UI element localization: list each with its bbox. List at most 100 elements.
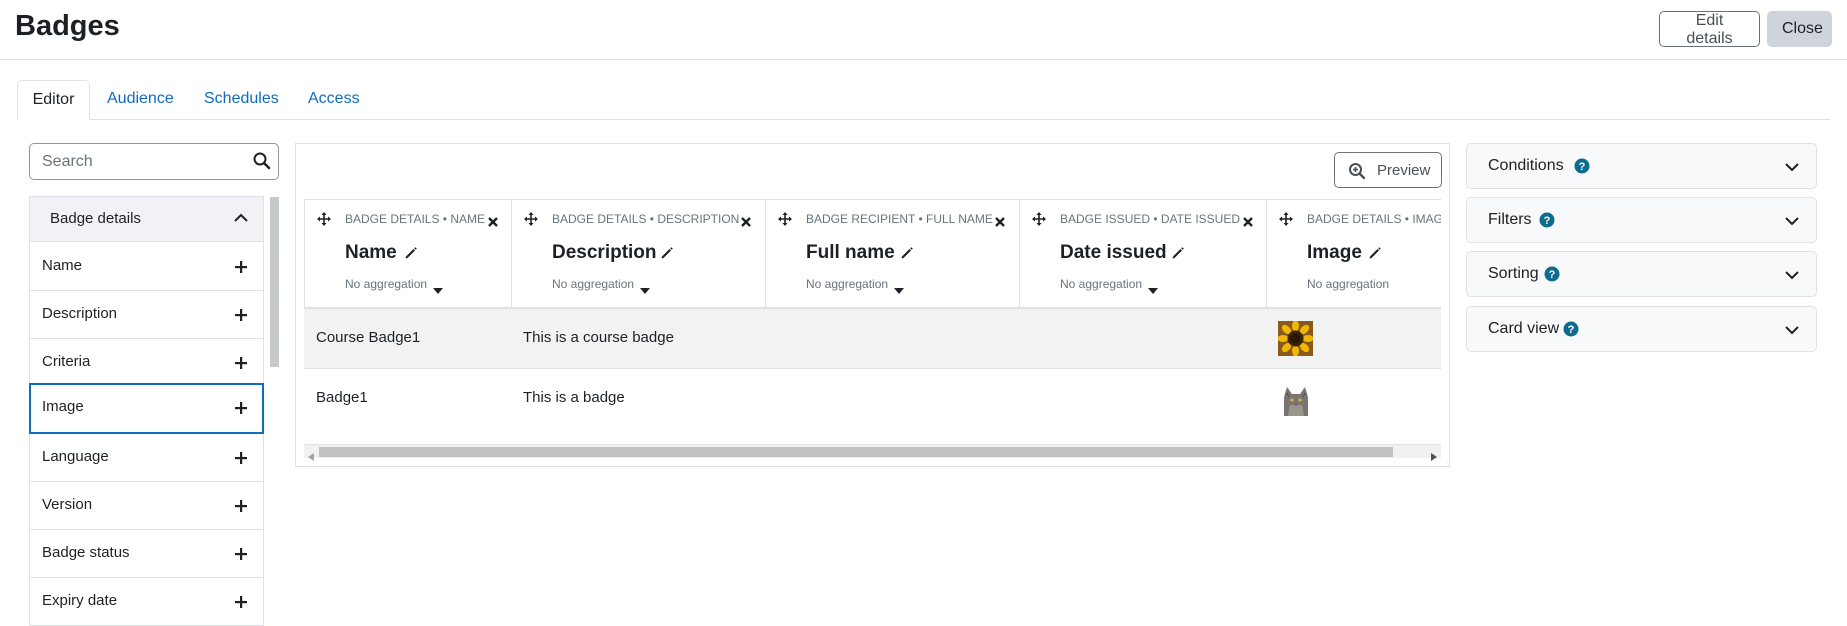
close-icon[interactable]: [741, 214, 751, 227]
svg-text:?: ?: [1544, 215, 1551, 227]
panel-card-view[interactable]: Card view ?: [1466, 306, 1817, 352]
sidebar-item-name[interactable]: Name: [30, 243, 263, 291]
column-title: Name: [345, 242, 397, 263]
cell-description: This is a course badge: [523, 329, 674, 346]
help-icon[interactable]: ?: [1574, 158, 1590, 174]
help-icon[interactable]: ?: [1563, 321, 1579, 337]
sidebar-item-image[interactable]: Image: [29, 383, 264, 434]
caret-down-icon: [640, 281, 650, 294]
search-icon[interactable]: [252, 151, 272, 171]
sidebar-panel: Badge details Name Description Criteria …: [29, 196, 264, 626]
edit-details-button[interactable]: Edit details: [1659, 11, 1760, 47]
caret-down-icon: [894, 281, 904, 294]
sidebar-item-label: Version: [42, 496, 93, 513]
aggregation-select[interactable]: No aggregation: [1060, 277, 1142, 291]
caret-down-icon: [1148, 281, 1158, 294]
aggregation-select[interactable]: No aggregation: [552, 277, 634, 291]
panel-label: Filters: [1488, 211, 1532, 228]
tabs-divider: [17, 119, 1830, 120]
panel-filters[interactable]: Filters ?: [1466, 197, 1817, 243]
aggregation-select[interactable]: No aggregation: [345, 277, 427, 291]
plus-icon: [235, 547, 247, 560]
tab-editor[interactable]: Editor: [17, 80, 90, 120]
column-source: BADGE DETAILS • NAME: [345, 212, 486, 226]
plus-icon: [235, 356, 247, 369]
chevron-up-icon: [232, 209, 250, 227]
sidebar-item-label: Image: [42, 398, 84, 415]
column-source: BADGE DETAILS • IMAG: [1307, 212, 1441, 226]
search-input[interactable]: [29, 143, 279, 180]
move-icon[interactable]: [778, 212, 792, 226]
chevron-down-icon: [1784, 159, 1800, 175]
scroll-right-arrow-icon[interactable]: [1431, 448, 1437, 461]
plus-icon: [235, 401, 247, 414]
cat-image: [1278, 381, 1313, 416]
pencil-icon[interactable]: [404, 246, 418, 260]
sidebar-item-label: Badge status: [42, 544, 130, 561]
aggregation-select[interactable]: No aggregation: [1307, 277, 1389, 291]
svg-text:?: ?: [1579, 161, 1586, 173]
plus-icon: [235, 451, 247, 464]
sidebar-item-expiry-date[interactable]: Expiry date: [30, 578, 263, 626]
header-divider: [0, 59, 1847, 60]
move-icon[interactable]: [317, 212, 331, 226]
column-title: Date issued: [1060, 242, 1167, 263]
close-button[interactable]: Close: [1767, 11, 1832, 47]
preview-button[interactable]: Preview: [1334, 152, 1442, 188]
column-source: BADGE ISSUED • DATE ISSUED: [1060, 212, 1241, 226]
sidebar-item-language[interactable]: Language: [30, 434, 263, 482]
sidebar-item-label: Description: [42, 305, 118, 322]
plus-icon: [235, 499, 247, 512]
plus-icon: [235, 595, 247, 608]
plus-icon: [235, 260, 247, 273]
move-icon[interactable]: [1279, 212, 1293, 226]
sidebar-item-label: Name: [42, 257, 83, 274]
cell-description: This is a badge: [523, 389, 625, 406]
column-title: Image: [1307, 242, 1362, 263]
sidebar-section-badge-details[interactable]: Badge details: [30, 197, 263, 242]
cell-name: Badge1: [316, 389, 368, 406]
close-icon[interactable]: [995, 214, 1005, 227]
column-title: Description: [552, 242, 657, 263]
pencil-icon[interactable]: [1368, 246, 1382, 260]
sidebar-item-badge-status[interactable]: Badge status: [30, 530, 263, 578]
move-icon[interactable]: [524, 212, 538, 226]
sidebar-item-description[interactable]: Description: [30, 291, 263, 339]
sidebar-item-version[interactable]: Version: [30, 482, 263, 530]
scroll-left-arrow-icon[interactable]: [308, 448, 314, 461]
pencil-icon[interactable]: [660, 246, 674, 260]
panel-sorting[interactable]: Sorting ?: [1466, 251, 1817, 297]
tab-access[interactable]: Access: [308, 80, 360, 120]
tab-audience[interactable]: Audience: [107, 80, 174, 120]
tab-schedules[interactable]: Schedules: [204, 80, 279, 120]
panel-label: Sorting: [1488, 265, 1539, 282]
aggregation-select[interactable]: No aggregation: [806, 277, 888, 291]
move-icon[interactable]: [1032, 212, 1046, 226]
column-header-description: BADGE DETAILS • DESCRIPTION Description …: [512, 199, 766, 308]
help-icon[interactable]: ?: [1539, 212, 1555, 228]
pencil-icon[interactable]: [1171, 246, 1185, 260]
table-row: Course Badge1 This is a course badge: [304, 309, 1441, 369]
zoom-in-icon: [1348, 162, 1366, 180]
column-header-image: BADGE DETAILS • IMAG Image No aggregatio…: [1267, 199, 1441, 308]
sidebar-section-title: Badge details: [50, 210, 141, 227]
column-title: Full name: [806, 242, 895, 263]
panel-conditions[interactable]: Conditions ?: [1466, 143, 1817, 189]
caret-down-icon: [433, 281, 443, 294]
close-icon[interactable]: [488, 214, 498, 227]
table-horizontal-scrollbar[interactable]: [304, 444, 1441, 461]
sidebar-item-label: Criteria: [42, 353, 91, 370]
chevron-down-icon: [1784, 267, 1800, 283]
chevron-down-icon: [1784, 213, 1800, 229]
column-source: BADGE RECIPIENT • FULL NAME: [806, 212, 993, 226]
help-icon[interactable]: ?: [1544, 266, 1560, 282]
pencil-icon[interactable]: [900, 246, 914, 260]
sidebar-item-criteria[interactable]: Criteria: [30, 339, 263, 387]
close-icon[interactable]: [1243, 214, 1253, 227]
svg-text:?: ?: [1568, 324, 1575, 336]
sidebar-item-label: Expiry date: [42, 592, 118, 609]
sunflower-image: [1277, 320, 1314, 357]
panel-label: Card view: [1488, 320, 1560, 337]
scrollbar-thumb[interactable]: [319, 447, 1393, 457]
sidebar-scrollbar[interactable]: [270, 197, 279, 367]
